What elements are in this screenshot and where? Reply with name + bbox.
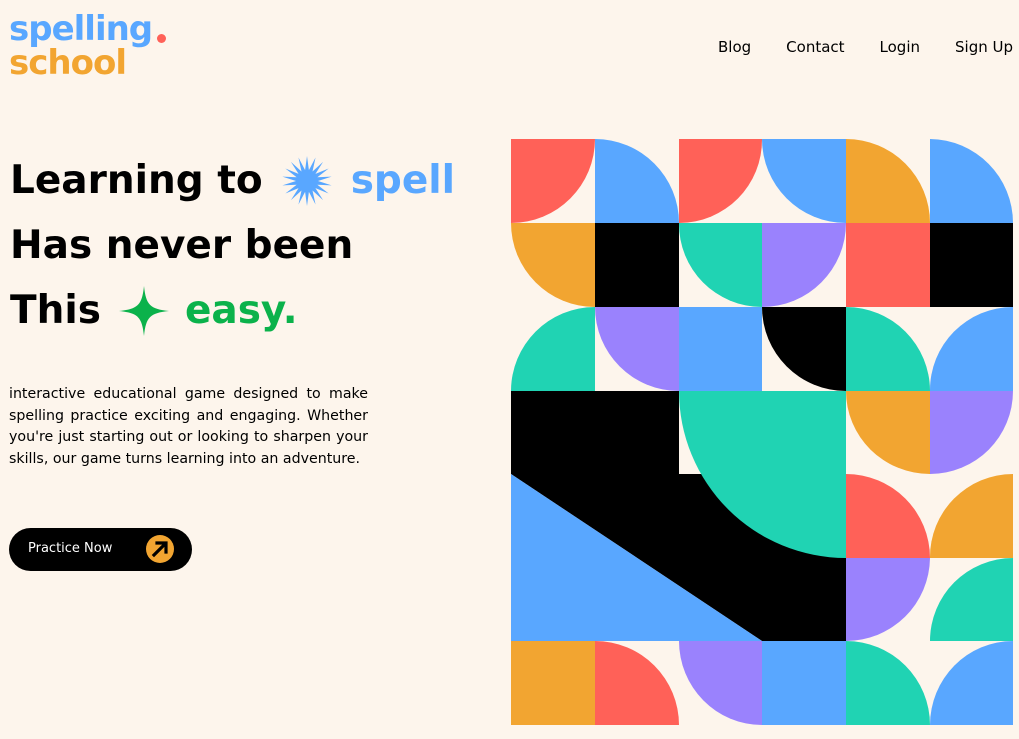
shape-blue-square [762, 641, 846, 725]
hero-line-1: Learning to spell [10, 148, 455, 213]
nav-link-login[interactable]: Login [880, 38, 920, 56]
hero-heading: Learning to spell Has never been This ea… [10, 148, 455, 343]
nav-link-contact[interactable]: Contact [786, 38, 844, 56]
practice-now-button[interactable]: Practice Now [9, 528, 192, 571]
shape-orange-quarter [846, 391, 930, 474]
arrow-up-right-icon [146, 535, 174, 563]
starburst-icon [282, 155, 332, 206]
sparkle-icon [118, 285, 169, 336]
shape-red-quarter [595, 641, 679, 725]
hero-line-3-text: This [10, 287, 101, 333]
shape-blue-quarter [930, 139, 1013, 223]
shape-purple-quarter [679, 641, 762, 725]
hero-description: interactive educational game designed to… [9, 386, 368, 467]
hero-line-2-text: Has never been [10, 222, 354, 268]
shape-blue-square [679, 307, 762, 391]
shape-orange-quarter [929, 474, 1013, 558]
shape-purple-quarter [595, 307, 679, 391]
shape-black-quarter [762, 307, 846, 391]
shape-orange-quarter [846, 139, 930, 223]
shape-blue-quarter [762, 139, 846, 223]
shape-teal-quarter [511, 307, 595, 391]
shape-teal-quarter [846, 307, 930, 391]
shape-teal-quarter [930, 558, 1013, 641]
shape-purple-quarter [846, 558, 930, 641]
hero-line-2: Has never been [10, 213, 455, 278]
hero-line-1-text: Learning to [10, 157, 263, 203]
shape-red-quarter [846, 474, 930, 558]
shape-red-square [846, 223, 930, 307]
shape-blue-quarter [929, 307, 1013, 391]
logo[interactable]: spelling school [9, 9, 166, 83]
shape-blue-quarter [930, 641, 1013, 725]
top-nav: Blog Contact Login Sign Up [683, 38, 1013, 56]
geometric-illustration [511, 139, 1013, 725]
nav-link-sign-up[interactable]: Sign Up [955, 38, 1013, 56]
shape-red-quarter [511, 139, 595, 223]
shape-orange-quarter [511, 223, 595, 307]
logo-line-2: school [9, 43, 127, 83]
shape-purple-quarter [930, 391, 1013, 474]
shape-red-quarter [679, 139, 763, 223]
shape-orange-square [511, 641, 595, 725]
hero-highlight-spell: spell [350, 157, 456, 203]
shape-teal-quarter [678, 223, 762, 307]
hero-highlight-easy: easy. [184, 287, 298, 333]
shape-purple-quarter [762, 223, 846, 307]
logo-line-1: spelling [9, 9, 153, 49]
hero-line-3: This easy. [10, 278, 455, 343]
shape-black-square [930, 223, 1013, 307]
nav-link-blog[interactable]: Blog [718, 38, 751, 56]
shape-black-square [595, 223, 679, 307]
logo-dot [157, 34, 166, 43]
shape-teal-quarter [846, 641, 930, 725]
practice-now-label: Practice Now [28, 541, 113, 556]
shape-blue-quarter [595, 139, 679, 223]
